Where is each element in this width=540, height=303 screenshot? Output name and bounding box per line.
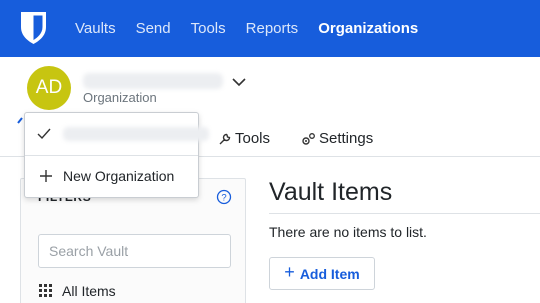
check-icon xyxy=(37,128,51,140)
tab-settings[interactable]: Settings xyxy=(301,130,373,147)
bitwarden-shield-logo[interactable] xyxy=(19,10,48,46)
empty-state-text: There are no items to list. xyxy=(269,224,427,240)
org-name-redacted xyxy=(63,127,209,141)
nav-organizations[interactable]: Organizations xyxy=(318,20,418,37)
nav-vaults[interactable]: Vaults xyxy=(75,20,116,37)
wrench-icon xyxy=(219,133,231,144)
page-title: Vault Items xyxy=(269,178,393,206)
filter-all-items[interactable]: All Items xyxy=(39,283,116,299)
plus-icon: + xyxy=(284,262,295,282)
question-circle-icon[interactable]: ? xyxy=(216,189,232,205)
new-organization-label: New Organization xyxy=(63,168,175,184)
organization-dropdown-menu: New Organization xyxy=(24,112,209,198)
tab-settings-label: Settings xyxy=(319,130,374,147)
org-subtitle: Organization xyxy=(83,90,157,105)
search-vault-input[interactable] xyxy=(38,234,231,268)
add-item-label: Add Item xyxy=(299,265,360,282)
chevron-down-icon[interactable] xyxy=(231,77,247,87)
plus-icon xyxy=(40,170,52,182)
title-divider xyxy=(269,213,540,214)
dropdown-item-current-org[interactable] xyxy=(25,113,209,155)
gears-icon xyxy=(302,132,315,145)
svg-text:?: ? xyxy=(221,193,226,204)
top-navbar: Vaults Send Tools Reports Organizations xyxy=(0,0,540,57)
tab-tools[interactable]: Tools xyxy=(218,130,270,147)
all-items-label: All Items xyxy=(62,283,116,299)
nav-links: Vaults Send Tools Reports Organizations xyxy=(75,0,438,57)
nav-tools[interactable]: Tools xyxy=(191,20,226,37)
add-item-button[interactable]: + Add Item xyxy=(269,257,375,290)
avatar: AD xyxy=(27,66,71,110)
tab-tools-label: Tools xyxy=(235,130,271,147)
nav-reports[interactable]: Reports xyxy=(246,20,299,37)
grid-icon xyxy=(39,284,52,297)
nav-send[interactable]: Send xyxy=(136,20,171,37)
org-name-redacted[interactable] xyxy=(83,73,223,89)
